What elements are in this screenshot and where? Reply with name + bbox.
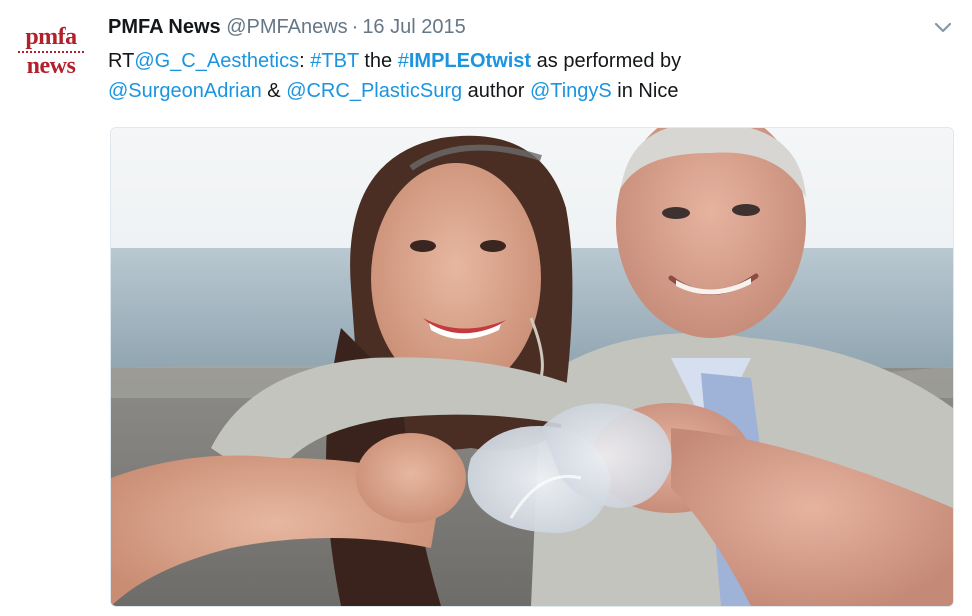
tweet-photo[interactable] (110, 127, 954, 607)
avatar-logo-line2: news (26, 53, 76, 79)
chevron-down-icon[interactable] (930, 14, 956, 40)
hashtag-prefix: # (397, 50, 409, 72)
display-name[interactable]: PMFA News (108, 16, 221, 38)
text-author: author (462, 80, 530, 102)
user-handle[interactable]: @PMFAnews (226, 16, 347, 38)
text-amp: & (261, 80, 287, 102)
header-separator: · (351, 16, 359, 38)
mention-g-c-aesthetics[interactable]: @G_C_Aesthetics (134, 50, 299, 72)
mention-tingys[interactable]: @TingyS (530, 80, 612, 102)
hashtag-tbt[interactable]: #TBT (310, 50, 359, 72)
hashtag-impleotwist-word: IMPLEOtwist (408, 50, 532, 72)
mention-surgeonadrian[interactable]: @SurgeonAdrian (108, 80, 262, 102)
text-in-nice: in Nice (611, 80, 679, 102)
text-colon: : (299, 50, 311, 72)
hashtag-impleotwist[interactable]: #IMPLEOtwist (398, 50, 531, 72)
avatar-logo-line1: pmfa (25, 24, 77, 50)
tweet-header: PMFA News @PMFAnews · 16 Jul 2015 (108, 14, 466, 40)
rt-label: RT (108, 50, 135, 72)
tweet-text: RT@G_C_Aesthetics: #TBT the #IMPLEOtwist… (108, 46, 948, 106)
text-the: the (358, 50, 398, 72)
text-performed-by: as performed by (531, 50, 682, 72)
avatar[interactable]: pmfa news (12, 24, 90, 92)
tweet-date[interactable]: 16 Jul 2015 (362, 16, 465, 38)
mention-crc-plasticsurg[interactable]: @CRC_PlasticSurg (286, 80, 462, 102)
